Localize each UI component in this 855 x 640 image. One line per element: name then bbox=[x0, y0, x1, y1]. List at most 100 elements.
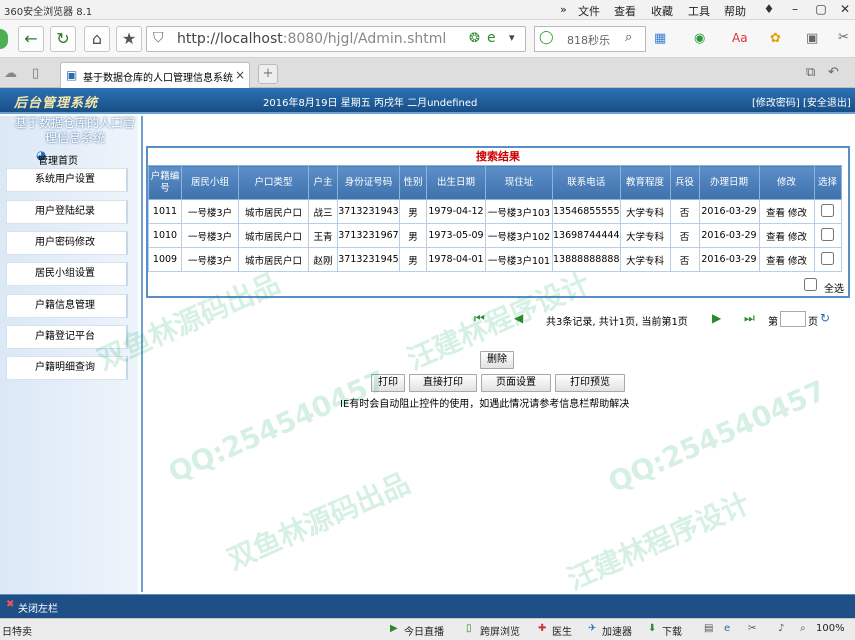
edit-link[interactable]: 修改 bbox=[788, 256, 807, 267]
status-accelerator[interactable]: 加速器 bbox=[602, 623, 632, 638]
status-zoom[interactable]: 100% bbox=[816, 623, 845, 634]
edit-link[interactable]: 修改 bbox=[788, 208, 807, 219]
sidebar-item-login-records[interactable]: 用户登陆纪录 bbox=[6, 200, 128, 224]
print-button[interactable]: 打印 bbox=[371, 374, 405, 392]
search-icon[interactable]: ⌕ bbox=[625, 30, 632, 45]
cell-id: 1009 bbox=[148, 247, 182, 272]
undo-close-icon[interactable]: ↶ bbox=[828, 65, 839, 80]
cloud-icon[interactable]: ☁ bbox=[4, 66, 17, 81]
go-icon[interactable]: ↻ bbox=[820, 311, 830, 325]
extension-icon[interactable]: ✿ bbox=[770, 31, 781, 46]
sidebar-item-password[interactable]: 用户密码修改 bbox=[6, 231, 128, 255]
maximize-icon[interactable]: ▢ bbox=[808, 0, 834, 19]
zoom-icon[interactable]: ⌕ bbox=[800, 623, 806, 634]
menu-favorites[interactable]: 收藏 bbox=[651, 3, 673, 19]
cell-sex: 男 bbox=[399, 199, 427, 224]
tab-title: 基于数据仓库的人口管理信息系统 bbox=[83, 73, 233, 84]
url-host: http://localhost bbox=[177, 31, 283, 47]
close-window-icon[interactable]: ✕ bbox=[832, 0, 855, 19]
sidebar-item-household-manage[interactable]: 户籍信息管理 bbox=[6, 294, 128, 318]
row-checkbox[interactable] bbox=[821, 251, 834, 265]
more-tools-icon[interactable]: ✂ bbox=[838, 30, 849, 45]
cell-addr: 一号楼3户102 bbox=[485, 223, 553, 248]
sound-icon[interactable]: ♪ bbox=[778, 623, 784, 634]
last-page-icon[interactable]: ⏭ bbox=[744, 311, 755, 326]
col-header: 户主 bbox=[308, 165, 338, 200]
menu-help[interactable]: 帮助 bbox=[724, 3, 746, 19]
first-page-icon[interactable]: ⏮ bbox=[474, 311, 485, 326]
compat-icon[interactable]: ❂ bbox=[469, 31, 480, 46]
cell-sex: 男 bbox=[399, 247, 427, 272]
skin-icon[interactable]: ♦ bbox=[756, 0, 782, 19]
address-bar[interactable]: ⛉ http://localhost:8080/hjgl/Admin.shtml… bbox=[146, 26, 526, 52]
col-header: 联系电话 bbox=[552, 165, 621, 200]
sidebar-item-system-users[interactable]: 系统用户设置 bbox=[6, 168, 128, 192]
search-input[interactable]: 818秒乐 bbox=[567, 32, 610, 48]
sidebar-toggle-icon[interactable]: ▯ bbox=[32, 66, 39, 81]
status-doctor[interactable]: 医生 bbox=[552, 623, 572, 638]
screenshot-icon[interactable]: ▣ bbox=[806, 31, 818, 46]
cell-military: 否 bbox=[669, 223, 700, 248]
translate-icon[interactable]: Aa bbox=[732, 31, 748, 45]
select-all-checkbox[interactable] bbox=[804, 278, 817, 291]
page-number-input[interactable] bbox=[780, 311, 806, 327]
menu-tools[interactable]: 工具 bbox=[688, 3, 710, 19]
prev-page-icon[interactable]: ◀ bbox=[514, 311, 523, 325]
view-link[interactable]: 查看 bbox=[766, 208, 785, 219]
page-setup-button[interactable]: 页面设置 bbox=[481, 374, 551, 392]
col-header: 性别 bbox=[399, 165, 427, 200]
cell-military: 否 bbox=[669, 199, 700, 224]
status-cross-screen[interactable]: 跨屏浏览 bbox=[480, 623, 520, 638]
sidebar-home[interactable]: 管理首页 bbox=[38, 152, 78, 167]
tab-list-icon[interactable]: ⧉ bbox=[806, 65, 815, 80]
live-icon: ▶ bbox=[390, 623, 398, 634]
menu-view[interactable]: 查看 bbox=[614, 3, 636, 19]
edit-link[interactable]: 修改 bbox=[788, 232, 807, 243]
cell-group: 一号楼3户 bbox=[181, 223, 239, 248]
menu-file[interactable]: 文件 bbox=[578, 3, 600, 19]
goto-prefix: 第 bbox=[768, 317, 778, 328]
accelerator-icon: ✈ bbox=[588, 623, 597, 634]
header-links[interactable]: [修改密码] [安全退出] bbox=[752, 94, 851, 109]
ie-mode-icon[interactable]: e bbox=[487, 30, 496, 46]
cell-group: 一号楼3户 bbox=[181, 247, 239, 272]
print-preview-button[interactable]: 打印预览 bbox=[555, 374, 625, 392]
row-checkbox[interactable] bbox=[821, 203, 834, 217]
page-icon[interactable]: ▤ bbox=[704, 623, 713, 634]
refresh-icon[interactable]: ↻ bbox=[50, 26, 76, 52]
new-tab-button[interactable]: + bbox=[258, 64, 278, 84]
home-icon[interactable]: ⌂ bbox=[84, 26, 110, 52]
back-arrow-icon[interactable]: ← bbox=[18, 26, 44, 52]
search-box[interactable]: ◯ 818秒乐 ⌕ bbox=[534, 26, 646, 52]
sidebar-item-household-query[interactable]: 户籍明细查询 bbox=[6, 356, 128, 380]
menu-overflow-icon[interactable]: » bbox=[560, 3, 567, 16]
sidebar-item-groups[interactable]: 居民小组设置 bbox=[6, 262, 128, 286]
sidebar-item-household-register[interactable]: 户籍登记平台 bbox=[6, 325, 128, 349]
tab-close-icon[interactable]: × bbox=[235, 68, 245, 82]
address-url[interactable]: http://localhost:8080/hjgl/Admin.shtml bbox=[177, 31, 446, 47]
cell-actions: 查看 修改 bbox=[758, 199, 815, 224]
app-grid-icon[interactable]: ▦ bbox=[654, 31, 666, 46]
close-left-link[interactable]: 关闭左栏 bbox=[18, 600, 58, 615]
view-link[interactable]: 查看 bbox=[766, 256, 785, 267]
chevron-down-icon[interactable]: ▾ bbox=[509, 31, 515, 44]
col-header: 办理日期 bbox=[698, 165, 760, 200]
status-download[interactable]: 下载 bbox=[662, 623, 682, 638]
minimize-icon[interactable]: – bbox=[782, 0, 808, 19]
close-left-bar: ✖ 关闭左栏 bbox=[0, 594, 855, 618]
ie-icon[interactable]: e bbox=[724, 623, 730, 634]
status-promo[interactable]: 日特卖 bbox=[2, 623, 32, 638]
direct-print-button[interactable]: 直接打印 bbox=[409, 374, 477, 392]
tab-admin[interactable]: ▣ 基于数据仓库的人口管理信息系统 × bbox=[60, 62, 250, 88]
delete-button[interactable]: 删除 bbox=[480, 351, 514, 369]
app-logo: 后台管理系统 bbox=[14, 96, 99, 111]
view-link[interactable]: 查看 bbox=[766, 232, 785, 243]
status-live[interactable]: 今日直播 bbox=[404, 623, 444, 638]
close-small-icon[interactable]: ✖ bbox=[6, 599, 14, 610]
row-checkbox[interactable] bbox=[821, 227, 834, 241]
security-icon[interactable]: ◉ bbox=[694, 31, 705, 46]
next-page-icon[interactable]: ▶ bbox=[712, 311, 721, 325]
col-header: 户口类型 bbox=[238, 165, 309, 200]
scissors-icon[interactable]: ✂ bbox=[748, 623, 756, 634]
star-icon[interactable]: ★ bbox=[116, 26, 142, 52]
